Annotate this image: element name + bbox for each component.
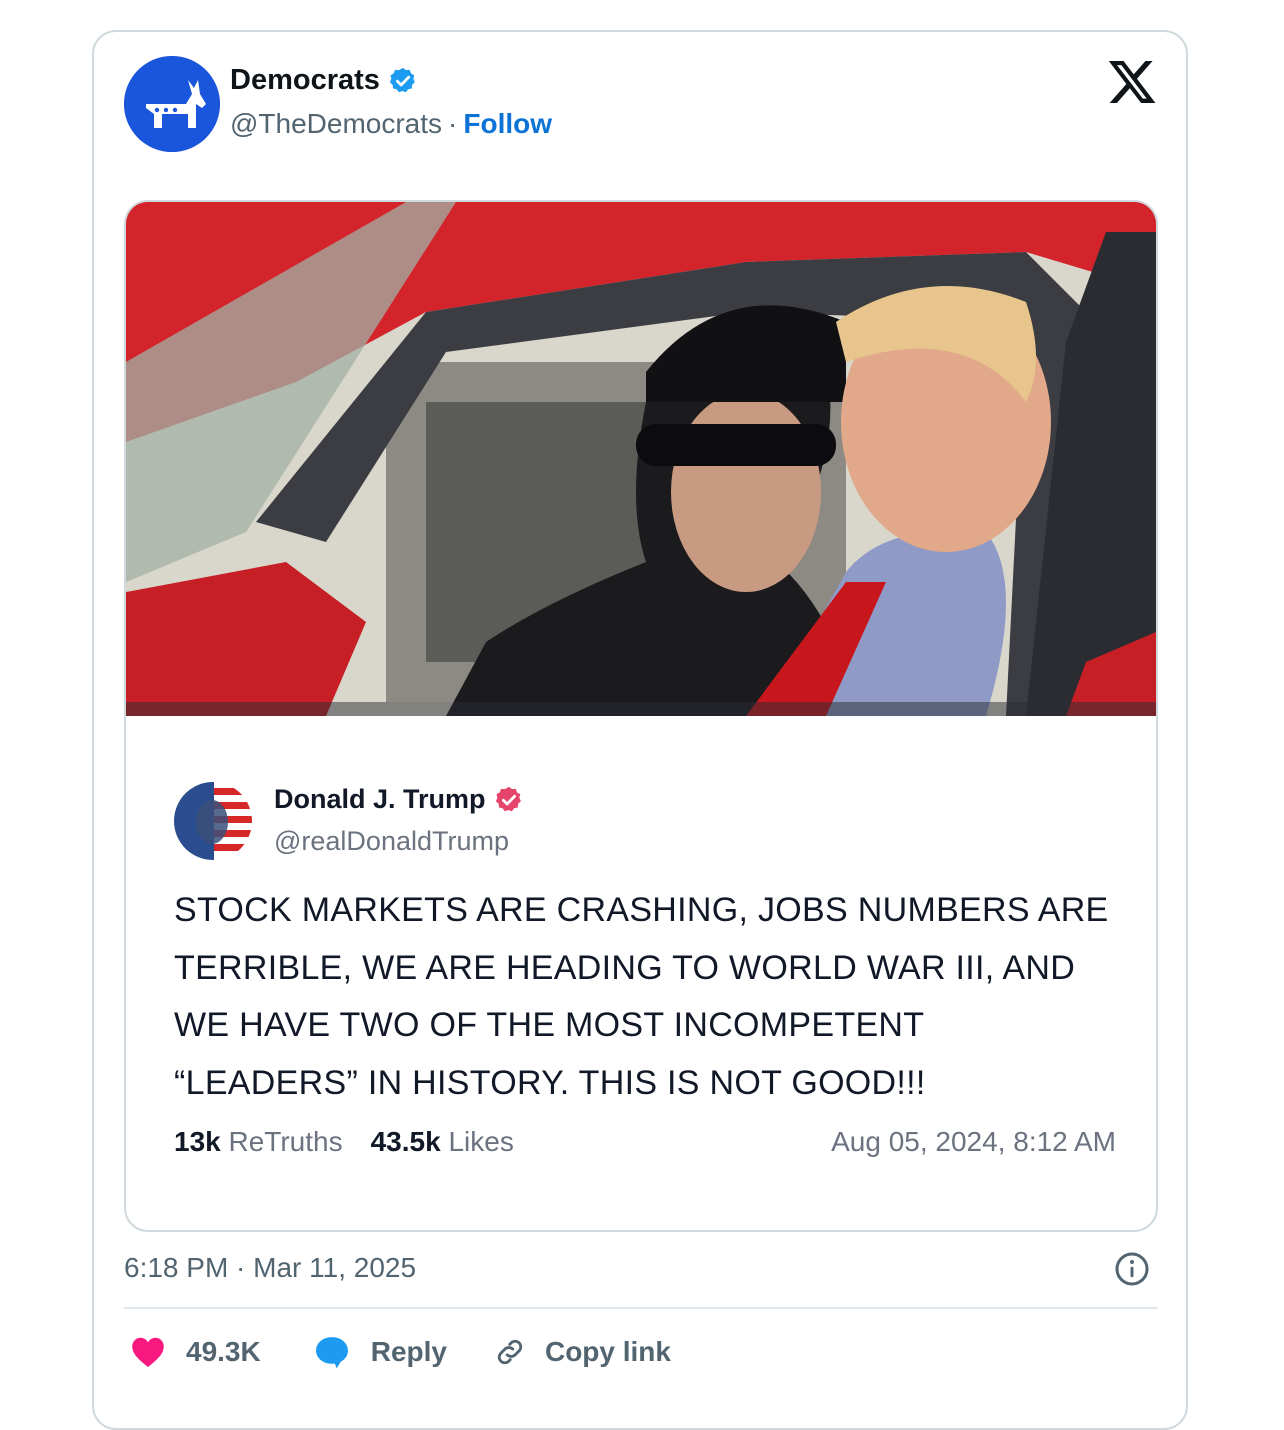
quoted-likes-count: 43.5k xyxy=(370,1126,441,1157)
action-bar: 49.3K Reply Copy link xyxy=(124,1330,671,1374)
retruths-count: 13k xyxy=(174,1126,221,1157)
handle-separator: · xyxy=(448,108,458,139)
quoted-name-row: Donald J. Trump xyxy=(274,784,524,815)
author-name-row: Democrats xyxy=(230,64,418,97)
divider xyxy=(124,1307,1158,1309)
reply-label: Reply xyxy=(370,1336,447,1367)
link-icon xyxy=(497,1339,523,1365)
donkey-logo-icon xyxy=(124,56,220,152)
quoted-post-text: STOCK MARKETS ARE CRASHING, JOBS NUMBERS… xyxy=(174,891,1109,1102)
follow-button[interactable]: Follow xyxy=(463,108,552,140)
heart-icon xyxy=(132,1337,164,1367)
avatar[interactable] xyxy=(124,56,220,152)
quoted-photo xyxy=(126,202,1156,716)
quoted-author-handle[interactable]: @realDonaldTrump xyxy=(274,826,509,857)
author-handle[interactable]: @TheDemocrats xyxy=(230,108,442,140)
copy-link-label: Copy link xyxy=(544,1336,671,1367)
verified-badge-icon xyxy=(389,67,415,92)
verified-badge-icon xyxy=(495,786,521,811)
quoted-likes-label: Likes xyxy=(448,1126,514,1157)
quoted-post-date: Aug 05, 2024, 8:12 AM xyxy=(831,1126,1116,1157)
quoted-author-name[interactable]: Donald J. Trump xyxy=(274,784,486,815)
quoted-stats: 13k ReTruths 43.5k Likes xyxy=(174,1126,514,1158)
quoted-post[interactable]: Donald J. Trump @realDonaldTrump STOCK M… xyxy=(124,200,1158,1232)
quoted-author-avatar[interactable] xyxy=(174,782,252,860)
reply-button[interactable]: Reply xyxy=(313,1334,447,1370)
x-logo-icon[interactable] xyxy=(1106,56,1158,108)
likes-stat: 43.5k Likes xyxy=(371,1126,514,1158)
info-icon[interactable] xyxy=(1114,1251,1150,1287)
tweet-timestamp[interactable]: 6:18 PM · Mar 11, 2025 xyxy=(124,1252,416,1284)
copy-link-button[interactable]: Copy link xyxy=(493,1335,671,1369)
retruths-stat: 13k ReTruths xyxy=(174,1126,343,1158)
like-button[interactable]: 49.3K xyxy=(130,1335,261,1369)
author-name[interactable]: Democrats xyxy=(230,64,380,97)
retruths-label: ReTruths xyxy=(228,1126,343,1157)
author-handle-row: @TheDemocrats · Follow xyxy=(230,108,552,140)
reply-bubble-icon xyxy=(315,1337,348,1369)
likes-count: 49.3K xyxy=(186,1336,261,1367)
